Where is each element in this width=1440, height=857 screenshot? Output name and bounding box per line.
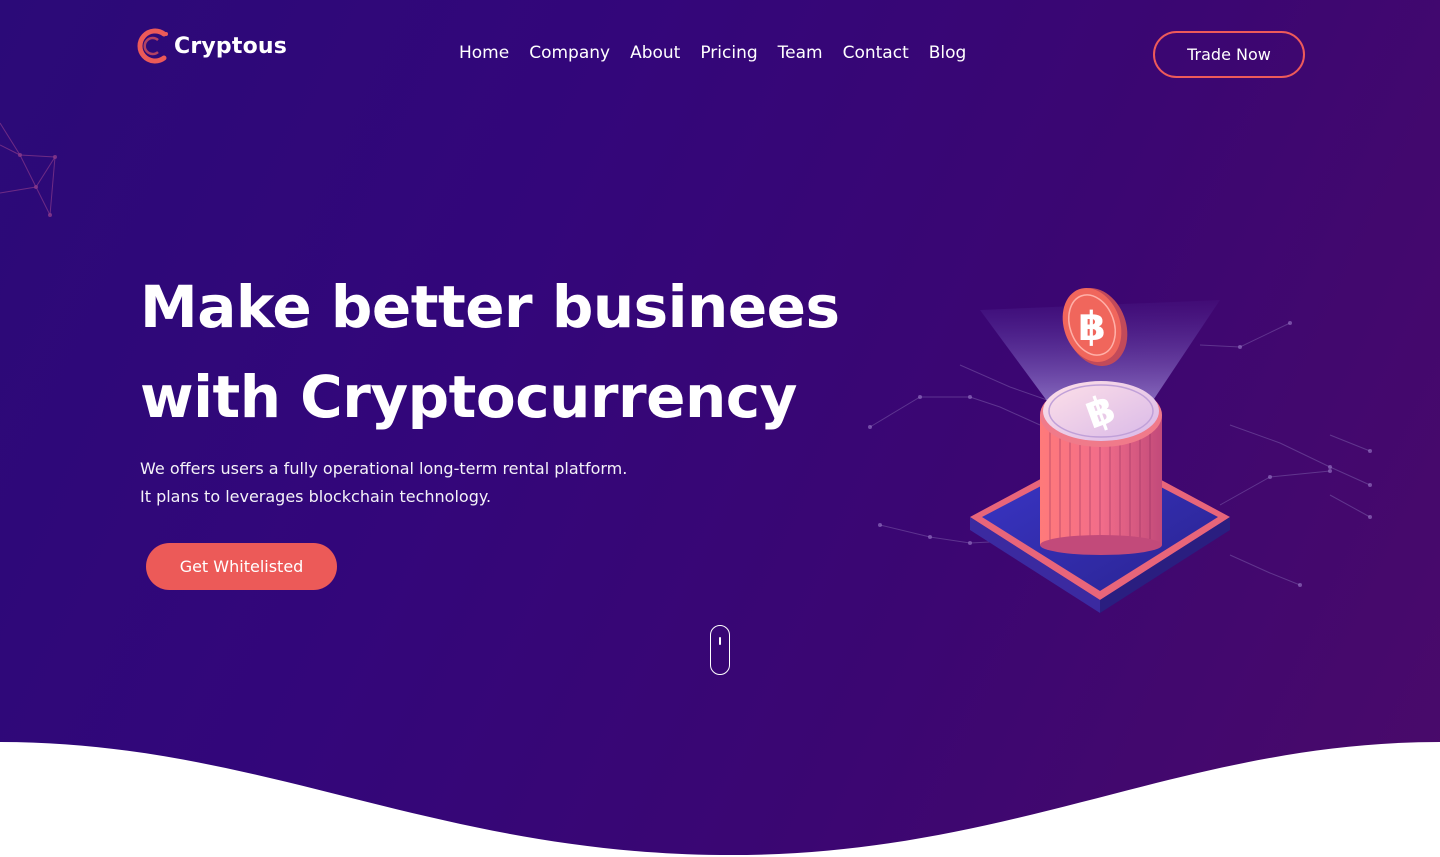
hero-subtitle: We offers users a fully operational long… [140,455,700,511]
trade-now-button[interactable]: Trade Now [1153,31,1305,78]
main-nav: Home Company About Pricing Team Contact … [449,38,976,70]
hero-section: Cryptous Home Company About Pricing Team… [0,0,1440,857]
logo-text: Cryptous [174,33,288,59]
logo-link[interactable]: Cryptous [136,24,287,68]
c-logo-icon [137,28,168,64]
scroll-wheel [718,637,721,645]
hero-title: Make better businees with Cryptocurrency [140,273,840,431]
nav-about[interactable]: About [620,38,690,70]
scroll-mouse-icon[interactable] [710,625,730,675]
wave-divider [0,742,1440,857]
hero-subtitle-line-2: It plans to leverages blockchain technol… [140,487,492,506]
nav-company[interactable]: Company [519,38,620,70]
nav-team[interactable]: Team [768,38,833,70]
get-whitelisted-button[interactable]: Get Whitelisted [146,543,337,590]
nav-contact[interactable]: Contact [833,38,919,70]
nav-blog[interactable]: Blog [919,38,977,70]
svg-text:฿: ฿ [1078,304,1106,350]
coin-stack-illustration: ฿ ฿ [868,288,1372,613]
hero-subtitle-line-1: We offers users a fully operational long… [140,459,628,478]
network-decoration [0,122,57,217]
nav-pricing[interactable]: Pricing [690,38,767,70]
nav-home[interactable]: Home [449,38,519,70]
